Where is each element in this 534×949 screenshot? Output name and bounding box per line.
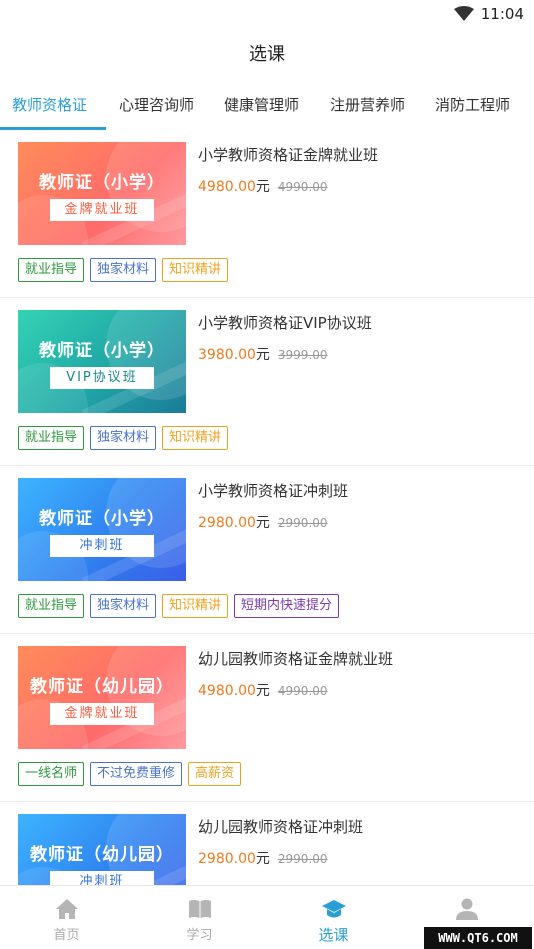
tag: 短期内快速提分 — [234, 594, 340, 618]
price-unit: 元 — [255, 683, 270, 699]
original-price: 3999.00 — [277, 348, 328, 362]
status-bar: 11:04 — [0, 0, 534, 28]
price-row: 3980.00元 3999.00 — [198, 344, 328, 364]
course-title: 小学教师资格证金牌就业班 — [198, 146, 379, 164]
wifi-icon — [454, 6, 474, 21]
tag: 就业指导 — [18, 258, 85, 282]
tag: 一线名师 — [18, 762, 85, 786]
course-thumbnail: 教师证（小学） VIP协议班 — [18, 310, 186, 413]
tab-teacher-cert[interactable]: 教师资格证 — [12, 94, 87, 115]
price-unit: 元 — [255, 851, 270, 867]
price-row: 2980.00元 2990.00 — [198, 512, 328, 532]
thumbnail-subtitle: VIP协议班 — [50, 367, 154, 389]
tag: 独家材料 — [90, 594, 157, 618]
thumbnail-subtitle: 冲刺班 — [50, 535, 154, 557]
tab-psych-counselor[interactable]: 心理咨询师 — [119, 94, 194, 115]
thumbnail-title: 教师证（小学） — [39, 341, 165, 361]
course-card[interactable]: 教师证（小学） 冲刺班 小学教师资格证冲刺班 2980.00元 2990.00 就… — [0, 466, 534, 634]
tab-nutritionist[interactable]: 注册营养师 — [330, 94, 405, 115]
course-price: 2980.00 — [198, 515, 256, 531]
original-price: 2990.00 — [277, 852, 328, 866]
tag: 就业指导 — [18, 594, 85, 618]
watermark: WWW.QT6.COM — [424, 927, 532, 949]
page-title: 选课 — [249, 44, 285, 65]
course-title: 小学教师资格证冲刺班 — [198, 482, 349, 500]
price-row: 4980.00元 4990.00 — [198, 680, 328, 700]
price-unit: 元 — [255, 179, 270, 195]
price-unit: 元 — [255, 515, 270, 531]
price-row: 4980.00元 4990.00 — [198, 176, 328, 196]
course-thumbnail: 教师证（小学） 金牌就业班 — [18, 142, 186, 245]
original-price: 4990.00 — [277, 684, 328, 698]
book-icon — [189, 900, 211, 918]
user-icon — [456, 898, 478, 920]
course-price: 2980.00 — [198, 851, 256, 867]
graduation-cap-icon — [322, 900, 346, 918]
course-title: 幼儿园教师资格证冲刺班 — [198, 818, 364, 836]
course-tags: 一线名师 不过免费重修 高薪资 — [18, 762, 247, 788]
tag: 就业指导 — [18, 426, 85, 450]
thumbnail-title: 教师证（幼儿园） — [30, 845, 174, 865]
course-price: 3980.00 — [198, 347, 256, 363]
course-thumbnail: 教师证（小学） 冲刺班 — [18, 478, 186, 581]
course-tags: 就业指导 独家材料 知识精讲 短期内快速提分 — [18, 594, 345, 620]
status-time: 11:04 — [480, 5, 524, 23]
course-tags: 就业指导 独家材料 知识精讲 — [18, 426, 234, 452]
original-price: 4990.00 — [277, 180, 328, 194]
home-icon — [56, 899, 78, 919]
course-price: 4980.00 — [198, 179, 256, 195]
category-tabs: 教师资格证 心理咨询师 健康管理师 注册营养师 消防工程师 — [0, 86, 534, 130]
course-title: 幼儿园教师资格证金牌就业班 — [198, 650, 394, 668]
nav-study[interactable]: 学习 — [133, 886, 266, 949]
thumbnail-title: 教师证（小学） — [39, 173, 165, 193]
price-row: 2980.00元 2990.00 — [198, 848, 328, 868]
course-card[interactable]: 教师证（小学） 金牌就业班 小学教师资格证金牌就业班 4980.00元 4990.… — [0, 130, 534, 298]
tag: 知识精讲 — [162, 426, 229, 450]
course-card[interactable]: 教师证（小学） VIP协议班 小学教师资格证VIP协议班 3980.00元 399… — [0, 298, 534, 466]
tag: 独家材料 — [90, 258, 157, 282]
price-unit: 元 — [255, 347, 270, 363]
course-thumbnail: 教师证（幼儿园） 金牌就业班 — [18, 646, 186, 749]
nav-label: 选课 — [318, 926, 349, 944]
course-price: 4980.00 — [198, 683, 256, 699]
course-tags: 就业指导 独家材料 知识精讲 — [18, 258, 234, 284]
thumbnail-title: 教师证（幼儿园） — [30, 677, 174, 697]
thumbnail-subtitle: 金牌就业班 — [50, 703, 154, 725]
tag: 不过免费重修 — [90, 762, 183, 786]
original-price: 2990.00 — [277, 516, 328, 530]
tag: 独家材料 — [90, 426, 157, 450]
course-title: 小学教师资格证VIP协议班 — [198, 314, 372, 332]
tag: 知识精讲 — [162, 594, 229, 618]
tag: 知识精讲 — [162, 258, 229, 282]
thumbnail-title: 教师证（小学） — [39, 509, 165, 529]
nav-home[interactable]: 首页 — [0, 886, 133, 949]
course-card[interactable]: 教师证（幼儿园） 金牌就业班 幼儿园教师资格证金牌就业班 4980.00元 499… — [0, 634, 534, 802]
tag: 高薪资 — [188, 762, 242, 786]
nav-courses[interactable]: 选课 — [267, 886, 400, 949]
nav-label: 首页 — [53, 928, 80, 943]
thumbnail-subtitle: 金牌就业班 — [50, 199, 154, 221]
tab-health-manager[interactable]: 健康管理师 — [224, 94, 299, 115]
tab-fire-engineer[interactable]: 消防工程师 — [435, 94, 510, 115]
nav-label: 学习 — [186, 928, 213, 943]
